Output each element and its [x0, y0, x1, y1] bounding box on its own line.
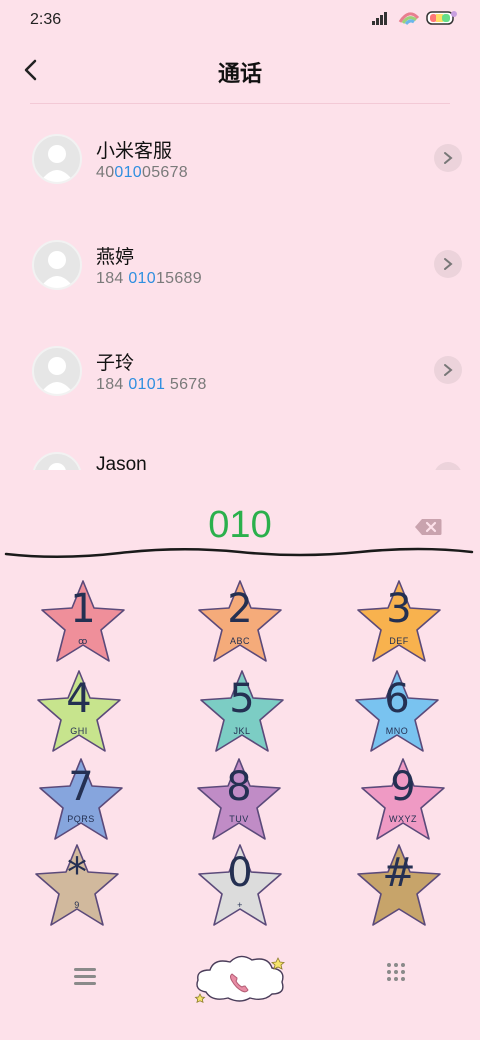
wifi-icon [398, 10, 420, 31]
dial-pad: 1 ꝏ 2 ABC 3 DEF 4 GHI 5 JKL 6 MNO 7 PQRS… [0, 574, 480, 934]
contact-row[interactable]: 小米客服 4001005678 [0, 104, 480, 210]
person-icon [40, 145, 74, 182]
dialpad-toggle-button[interactable] [386, 962, 406, 982]
key-2[interactable]: 2 ABC [195, 578, 285, 668]
divider-squiggle [4, 547, 474, 559]
person-icon [48, 463, 66, 470]
contact-row[interactable]: 燕婷 184 01015689 [0, 210, 480, 316]
key-hash[interactable]: # [354, 842, 444, 932]
contact-name: 小米客服 [96, 141, 173, 162]
contact-number: 184 0101 5678 [96, 376, 207, 393]
avatar [32, 240, 82, 290]
contact-name: 燕婷 [96, 247, 135, 268]
chevron-right-icon [444, 258, 453, 270]
status-bar: 2:36 [0, 0, 480, 40]
contact-detail-button[interactable] [434, 250, 462, 278]
cloud-phone-icon [194, 955, 285, 1004]
menu-icon [74, 968, 96, 971]
contact-number: 184 01015689 [96, 270, 202, 287]
call-button[interactable] [192, 950, 288, 1010]
chevron-right-icon [444, 364, 453, 376]
key-4[interactable]: 4 GHI [34, 668, 124, 758]
contact-row[interactable]: Jason [0, 422, 480, 470]
header: 通话 [0, 44, 480, 96]
key-3[interactable]: 3 DEF [354, 578, 444, 668]
battery-icon [426, 10, 458, 31]
avatar [32, 346, 82, 396]
key-6[interactable]: 6 MNO [352, 668, 442, 758]
contact-detail-button[interactable] [434, 462, 462, 470]
status-time: 2:36 [30, 11, 62, 28]
key-0[interactable]: 0 + [195, 842, 285, 932]
contact-detail-button[interactable] [434, 356, 462, 384]
key-7[interactable]: 7 PQRS [36, 756, 126, 846]
avatar [32, 134, 82, 184]
avatar [32, 452, 82, 470]
key-star[interactable]: * 9 [32, 842, 122, 932]
person-icon [40, 251, 74, 288]
contact-list[interactable]: 小米客服 4001005678 燕婷 184 01015689 子玲 184 0… [0, 104, 480, 470]
backspace-icon [415, 519, 442, 535]
menu-button[interactable] [74, 964, 96, 989]
key-9[interactable]: 9 WXYZ [358, 756, 448, 846]
chevron-right-icon [444, 152, 453, 164]
bottom-bar [0, 940, 480, 1020]
status-icons [372, 10, 458, 31]
key-5[interactable]: 5 JKL [197, 668, 287, 758]
keypad-grid-icon [387, 963, 405, 981]
contact-name: Jason [96, 454, 147, 470]
contact-name: 子玲 [96, 353, 135, 374]
contact-number: 4001005678 [96, 164, 189, 181]
key-8[interactable]: 8 TUV [194, 756, 284, 846]
page-title: 通话 [217, 61, 262, 86]
contact-detail-button[interactable] [434, 144, 462, 172]
person-icon [40, 357, 74, 394]
contact-row[interactable]: 子玲 184 0101 5678 [0, 316, 480, 422]
key-1[interactable]: 1 ꝏ [38, 578, 128, 668]
signal-icon [372, 11, 392, 30]
backspace-button[interactable] [414, 518, 442, 541]
